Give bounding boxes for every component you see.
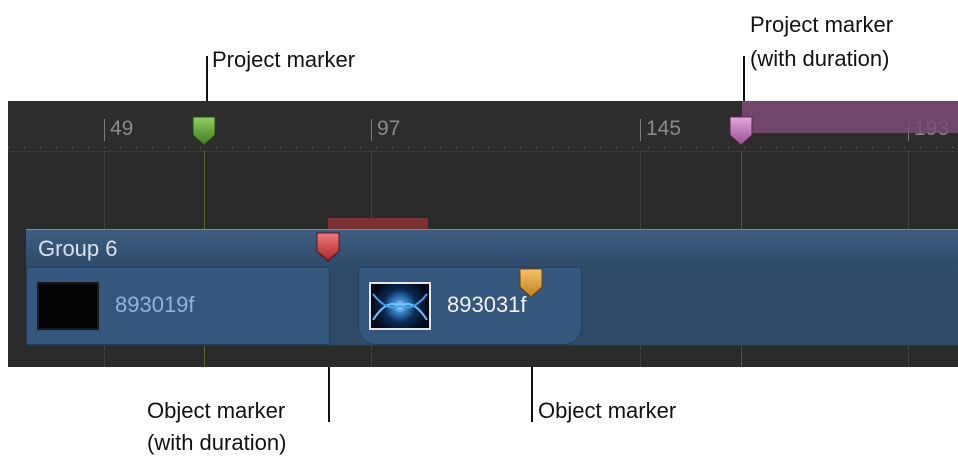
callout-object-marker-duration-line2: (with duration): [147, 430, 287, 455]
callout-project-marker-duration-line2: (with duration): [750, 46, 890, 71]
callout-object-marker-duration-line1: Object marker: [147, 398, 286, 423]
ruler-tick-label: 145: [646, 117, 682, 140]
clip-name: 893019f: [115, 292, 195, 317]
group-track[interactable]: Group 6: [26, 229, 958, 269]
clip-thumbnail: [369, 282, 431, 330]
ruler-minor-ticks: [8, 147, 958, 148]
project-marker-duration-bar[interactable]: [742, 101, 958, 133]
clip-track: 893019f 893031f: [26, 267, 958, 346]
object-marker-duration-icon[interactable]: [316, 232, 340, 262]
clip-name: 893031f: [447, 292, 527, 317]
ruler-major-tick: [104, 119, 105, 141]
callout-project-marker-duration-line1: Project marker: [750, 12, 894, 37]
project-marker-duration-icon[interactable]: [729, 116, 753, 146]
ruler-tick-label: 97: [377, 117, 401, 140]
project-marker-icon[interactable]: [192, 116, 216, 146]
callout-project-marker: Project marker: [212, 47, 356, 72]
ruler-major-tick: [640, 119, 641, 141]
callout-object-marker: Object marker: [538, 398, 677, 423]
group-label: Group 6: [38, 236, 118, 261]
clip-893019f[interactable]: 893019f: [26, 267, 330, 345]
ruler-major-tick: [371, 119, 372, 141]
timeline-panel: 49 97 145 193 Group 6 893019f: [8, 101, 958, 367]
object-marker-icon[interactable]: [519, 268, 543, 298]
clip-thumbnail: [37, 282, 99, 330]
clip-893031f[interactable]: 893031f: [358, 267, 582, 345]
ruler-tick-label: 49: [110, 117, 134, 140]
